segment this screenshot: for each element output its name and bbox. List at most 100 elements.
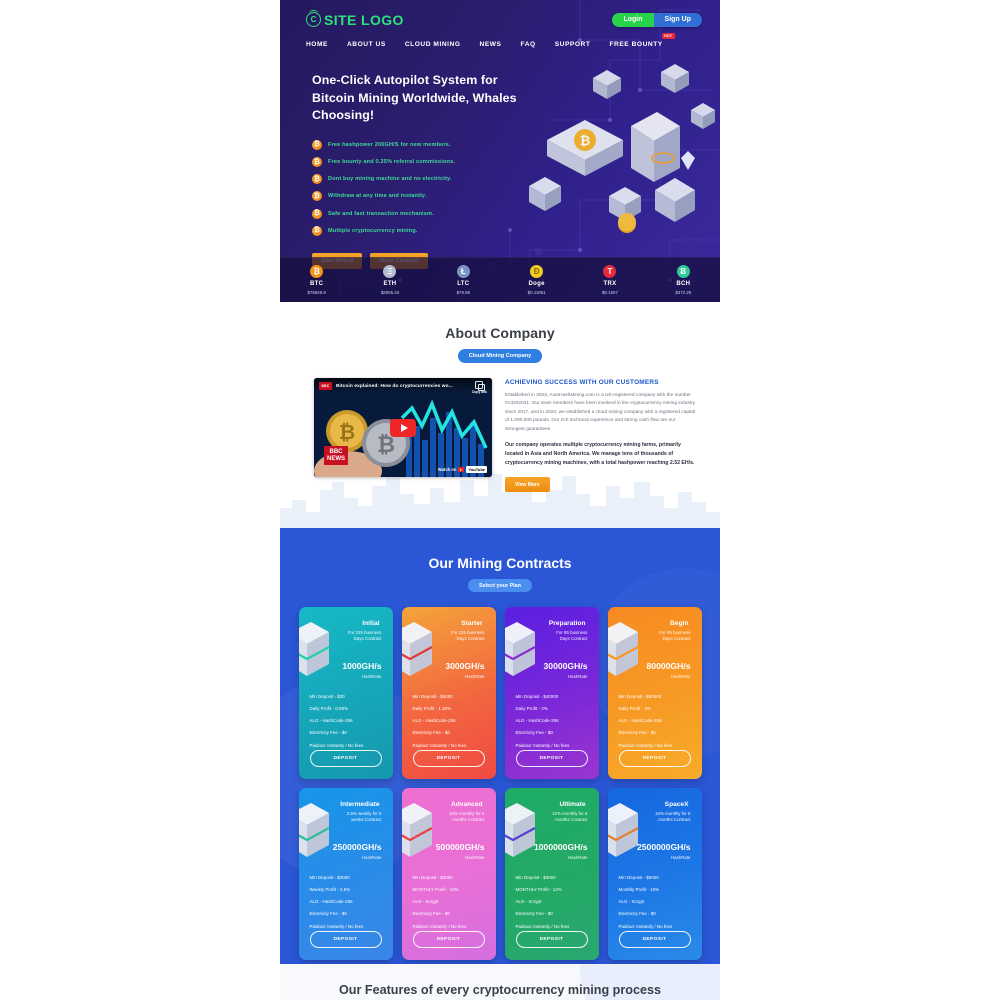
about-title: About Company xyxy=(445,325,555,341)
contract-name: Advanced xyxy=(450,801,483,808)
contract-name: SpaceX xyxy=(664,801,689,808)
contract-spec: Daily Profit - 0.60% xyxy=(309,706,349,712)
hero-feature-list: ₿ Free hashpower 200GH/S for new members.… xyxy=(312,139,520,236)
contract-hashrate-label: HashRate xyxy=(670,855,691,861)
play-button-icon[interactable] xyxy=(390,418,416,437)
watch-label: Watch on xyxy=(437,467,457,472)
contract-spec: Electricity Fee - $0 xyxy=(515,730,553,736)
deposit-button[interactable]: DEPOSIT xyxy=(515,750,588,767)
contract-spec-list: Min Deposit - $4000 MONTHLY Profit - 12% A… xyxy=(516,871,588,932)
ticker-symbol: BCH xyxy=(676,281,691,288)
bch-coin-icon: Ƀ xyxy=(676,265,690,279)
view-more-button[interactable]: View More xyxy=(505,477,550,492)
contract-hashrate-label: HashRate xyxy=(361,855,382,861)
deposit-button[interactable]: DEPOSIT xyxy=(412,931,485,948)
youtube-play-icon xyxy=(458,467,465,472)
contract-spec: Electricity Fee - $0 xyxy=(309,911,347,917)
bbc-channel-badge: BBC xyxy=(319,382,332,390)
ticker-symbol: LTC xyxy=(457,281,470,288)
contract-subtitle: 12% monthly for 6 months Contract xyxy=(552,810,588,822)
deposit-button[interactable]: DEPOSIT xyxy=(309,931,382,948)
deposit-button[interactable]: DEPOSIT xyxy=(618,931,691,948)
contract-spec: Min Deposit - $5000 xyxy=(412,693,453,699)
contract-card[interactable]: Intermediate 2.5% weekly for 5 weeks Con… xyxy=(298,788,393,960)
contract-spec: Daily Profit - 3% xyxy=(618,706,651,712)
contract-name: Ultimate xyxy=(559,801,586,808)
contract-card[interactable]: Advanced 10% monthly for 5 months Contra… xyxy=(401,788,496,960)
contract-spec-list: Min Deposit - $80000 Daily Profit - 3% ALG… xyxy=(619,690,691,751)
login-button[interactable]: Login xyxy=(612,12,654,27)
ticker-item-trx[interactable]: T TRX $0.1607 xyxy=(573,265,646,295)
svg-text:₿: ₿ xyxy=(339,420,355,444)
contract-spec-list: Min Deposit - $40000 Daily Profit - 2% ALG… xyxy=(516,690,588,751)
eth-coin-icon: Ξ xyxy=(383,265,397,279)
contract-hashrate-label: HashRate xyxy=(464,674,485,680)
nav-item-home[interactable]: HOME xyxy=(306,41,328,48)
ticker-price: $0.1607 xyxy=(602,289,618,295)
nav-item-free-bounty[interactable]: FREE BOUNTY HOT xyxy=(609,33,675,48)
ticker-item-ltc[interactable]: Ł LTC $79.96 xyxy=(427,265,500,295)
hero-feature-item: ₿ Multiple cryptocurrency mining. xyxy=(312,225,520,236)
video-title-bar: BBC Bitcoin explained: How do cryptocurr… xyxy=(314,378,492,394)
about-section: About Company Cloud Mining Company ₿ ₿ B… xyxy=(280,302,720,528)
deposit-button[interactable]: DEPOSIT xyxy=(412,750,485,767)
btc-coin-icon: ₿ xyxy=(310,265,324,279)
deposit-button[interactable]: DEPOSIT xyxy=(618,750,691,767)
features-section: Our Features of every cryptocurrency min… xyxy=(280,964,720,1000)
ticker-symbol: TRX xyxy=(603,281,617,288)
contract-card[interactable]: SpaceX 15% monthly for 8 months Contract… xyxy=(607,788,702,960)
site-logo[interactable]: C SITE LOGO xyxy=(306,10,404,28)
contract-spec-list: Min Deposit - $3000 MONTHLY Profit - 10% A… xyxy=(413,871,485,932)
ticker-item-doge[interactable]: Ð Doge $0.11951 xyxy=(500,265,573,295)
bbc-logo-line2: NEWS xyxy=(327,455,345,462)
ltc-coin-icon: Ł xyxy=(456,265,470,279)
nav-item-support[interactable]: SUPPORT xyxy=(555,41,591,48)
contract-spec: Min Deposit - $5000 xyxy=(618,874,659,880)
deposit-button[interactable]: DEPOSIT xyxy=(309,750,382,767)
watch-on-youtube[interactable]: Watch on YouTube xyxy=(438,466,487,473)
contract-card[interactable]: Initial For 225 business Days Contract 1… xyxy=(298,607,393,779)
server-illustration xyxy=(607,803,639,857)
contract-spec-list: Min Deposit - $5000 Monthly Profit - 15% A… xyxy=(619,871,691,932)
contract-hashrate-value: 2500000GH/s xyxy=(636,842,691,853)
contract-name: Preparation xyxy=(548,620,586,627)
contract-spec: ALG - Scrypt xyxy=(412,899,439,905)
server-illustration xyxy=(401,622,433,676)
youtube-video-thumbnail[interactable]: ₿ ₿ BBC Bitcoin explained: How do crypto… xyxy=(314,378,492,477)
hero-feature-text: Multiple cryptocurrency mining. xyxy=(328,227,418,234)
contract-spec: Daily Profit - 1.20% xyxy=(412,706,452,712)
server-illustration xyxy=(401,803,433,857)
hero-feature-text: Dont buy mining machine and no electrici… xyxy=(328,176,452,183)
ticker-symbol: ETH xyxy=(383,281,397,288)
contract-spec: Electricity Fee - $0 xyxy=(412,730,450,736)
contract-hashrate-value: 30000GH/s xyxy=(543,661,588,672)
contract-spec: ALG - HashCode-256 xyxy=(309,899,353,905)
contract-spec-list: Min Deposit - $2000 Weekly Profit - 2.5% A… xyxy=(310,871,382,932)
contract-subtitle: For 65 business Days Contract xyxy=(659,629,691,641)
nav-item-cloud-mining[interactable]: CLOUD MINING xyxy=(405,41,461,48)
nav-item-news[interactable]: NEWS xyxy=(480,41,502,48)
contract-spec: Monthly Profit - 15% xyxy=(618,887,660,893)
ticker-item-btc[interactable]: ₿ BTC $75949.8 xyxy=(280,265,353,295)
copy-link-button[interactable]: Copy link xyxy=(472,381,487,394)
ticker-item-eth[interactable]: Ξ ETH $2905.34 xyxy=(353,265,426,295)
nav-item-faq[interactable]: FAQ xyxy=(521,41,536,48)
nav-item-about-us[interactable]: ABOUT US xyxy=(347,41,386,48)
svg-text:₿: ₿ xyxy=(580,134,591,149)
contract-card[interactable]: Ultimate 12% monthly for 6 months Contra… xyxy=(504,788,599,960)
ticker-item-bch[interactable]: Ƀ BCH $372.29 xyxy=(647,265,720,295)
contract-name: Starter xyxy=(461,620,483,627)
contract-hashrate-value: 1000000GH/s xyxy=(533,842,588,853)
deposit-button[interactable]: DEPOSIT xyxy=(515,931,588,948)
video-title: Bitcoin explained: How do cryptocurrenci… xyxy=(335,383,453,389)
signup-button[interactable]: Sign Up xyxy=(653,12,702,27)
contract-card[interactable]: Starter For 125 business Days Contract 3… xyxy=(401,607,496,779)
hot-badge: HOT xyxy=(661,33,675,39)
ticker-price: $2905.34 xyxy=(380,289,400,295)
contract-spec: ALG - HashCode-256 xyxy=(515,718,559,724)
bbc-news-logo: BBC NEWS xyxy=(324,446,348,465)
contract-card[interactable]: Preparation For 85 business Days Contrac… xyxy=(504,607,599,779)
main-navigation: HOME ABOUT US CLOUD MINING NEWS FAQ SUPP… xyxy=(280,30,720,48)
contract-card[interactable]: Begin For 65 business Days Contract 8000… xyxy=(607,607,702,779)
contract-name: Intermediate xyxy=(340,801,380,808)
